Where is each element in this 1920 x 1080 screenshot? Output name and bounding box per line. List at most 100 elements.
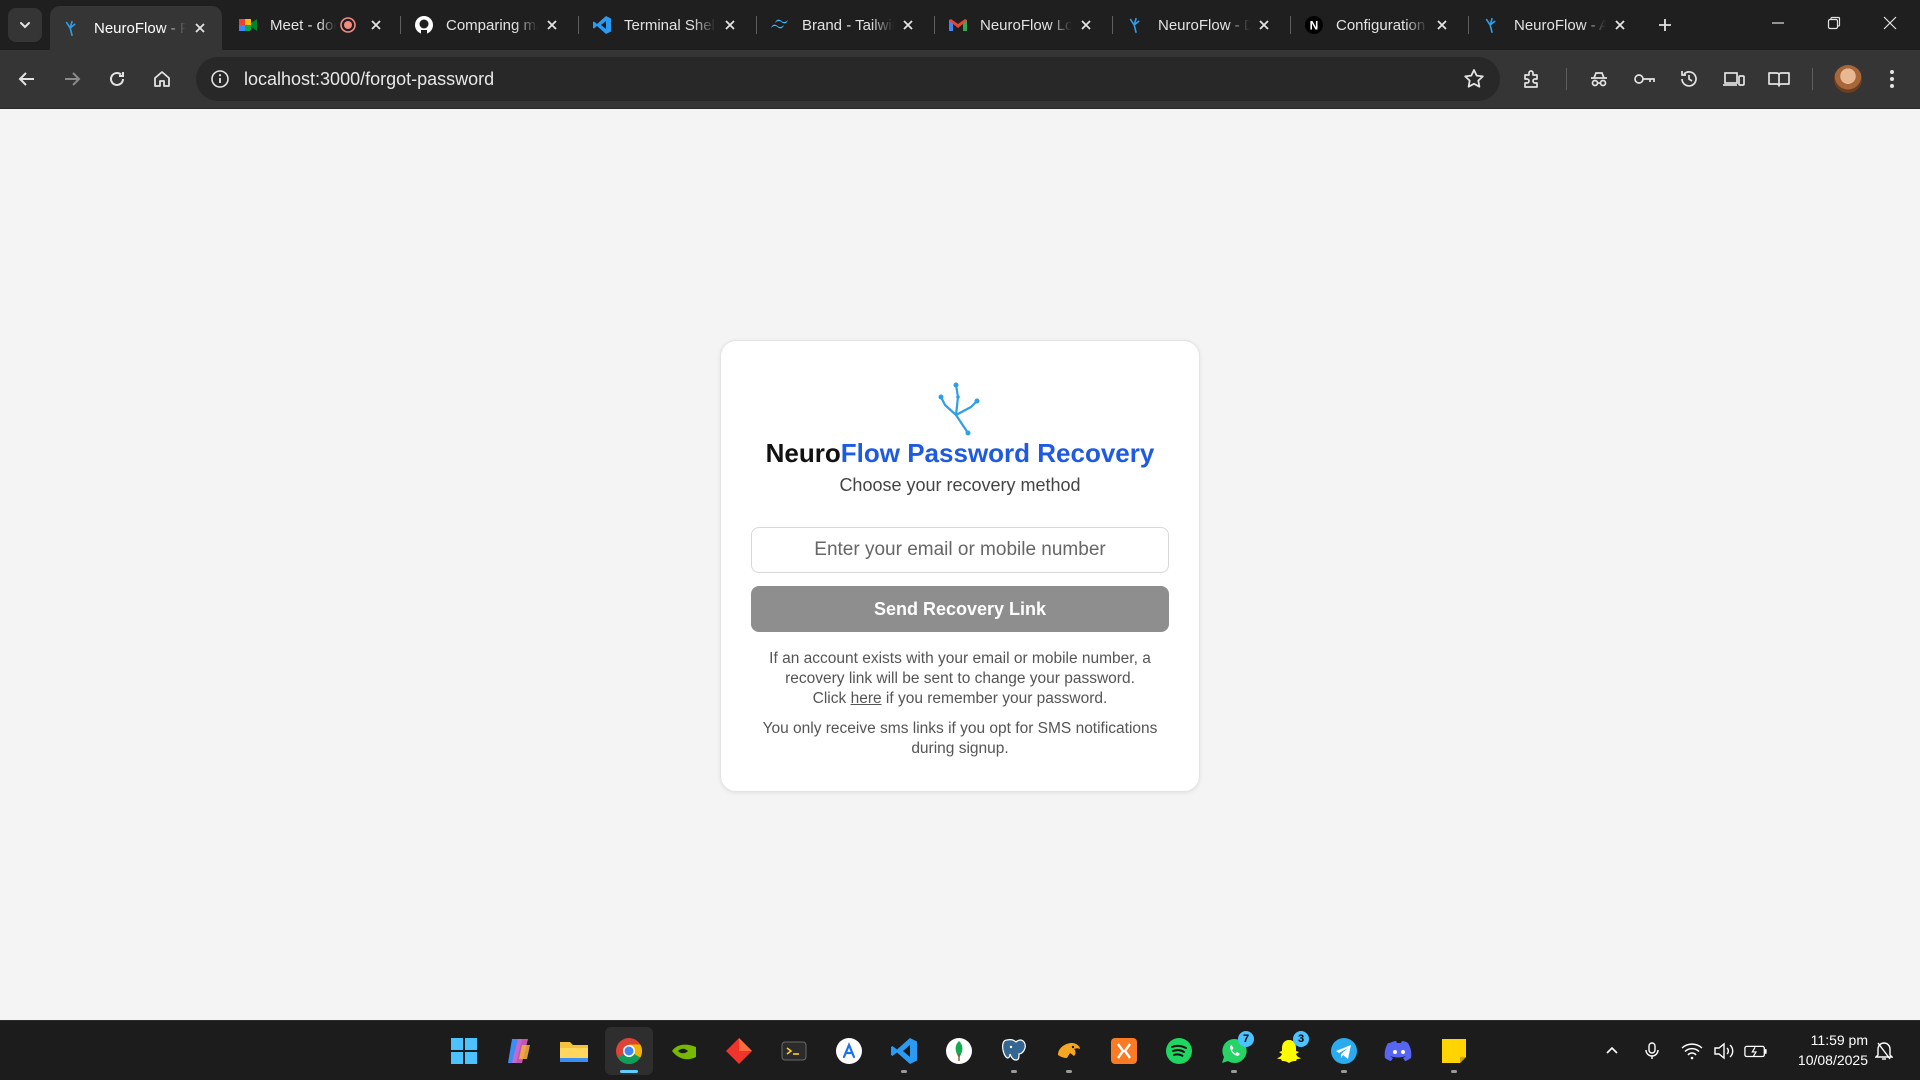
close-icon[interactable] xyxy=(1076,15,1096,35)
send-recovery-link-button[interactable]: Send Recovery Link xyxy=(751,586,1169,632)
info-text: If an account exists with your email or … xyxy=(769,650,1151,687)
recovery-info-text: If an account exists with your email or … xyxy=(751,649,1169,709)
telegram-icon[interactable] xyxy=(1320,1027,1368,1075)
tab-gmail[interactable]: NeuroFlow Login xyxy=(936,6,1108,44)
close-icon[interactable] xyxy=(1610,15,1630,35)
plus-icon xyxy=(1659,19,1671,31)
system-clock[interactable]: 11:59 pm 10/08/2025 xyxy=(1782,1030,1868,1070)
tab-separator xyxy=(578,16,579,34)
tab-title: NeuroFlow - Dashboard xyxy=(1158,16,1250,34)
restore-icon xyxy=(1827,16,1841,30)
clock-date: 10/08/2025 xyxy=(1797,1052,1868,1068)
star-icon[interactable] xyxy=(1462,67,1486,91)
tab-separator xyxy=(1112,16,1113,34)
volume-icon[interactable] xyxy=(1712,1039,1736,1063)
close-icon[interactable] xyxy=(1432,15,1452,35)
spotify-icon[interactable] xyxy=(1155,1027,1203,1075)
battery-icon[interactable] xyxy=(1744,1039,1768,1063)
github-icon xyxy=(414,15,434,35)
tab-separator xyxy=(1468,16,1469,34)
url-text: localhost:3000/forgot-password xyxy=(244,68,495,89)
discord-icon[interactable] xyxy=(1375,1027,1423,1075)
forward-button[interactable] xyxy=(55,62,89,96)
page-title: NeuroFlow Password Recovery xyxy=(721,438,1199,469)
password-key-icon[interactable] xyxy=(1630,65,1658,93)
close-icon xyxy=(1883,16,1897,30)
home-button[interactable] xyxy=(145,62,179,96)
close-icon[interactable] xyxy=(898,15,918,35)
devices-icon[interactable] xyxy=(1720,65,1748,93)
close-icon[interactable] xyxy=(190,18,210,38)
vscode-icon[interactable] xyxy=(880,1027,928,1075)
notion-icon: N xyxy=(1304,15,1324,35)
title-rest: Flow Password Recovery xyxy=(840,438,1155,468)
history-icon[interactable] xyxy=(1675,65,1703,93)
notifications-icon[interactable] xyxy=(1872,1039,1896,1063)
tab-neuroflow-3[interactable]: NeuroFlow - App xyxy=(1470,6,1642,44)
running-indicator xyxy=(1341,1070,1347,1073)
tab-meet[interactable]: Meet - doc xyxy=(226,6,398,44)
remember-suffix: if you remember your password. xyxy=(885,690,1108,707)
site-info-icon[interactable] xyxy=(206,65,234,93)
page-subtitle: Choose your recovery method xyxy=(839,475,1081,495)
reading-mode-icon[interactable] xyxy=(1765,65,1793,93)
minimize-button[interactable] xyxy=(1750,0,1806,46)
app-store-icon[interactable] xyxy=(825,1027,873,1075)
neuroflow-icon xyxy=(1126,15,1146,35)
sticky-notes-icon[interactable] xyxy=(1430,1027,1478,1075)
back-button[interactable] xyxy=(10,62,44,96)
close-icon[interactable] xyxy=(1254,15,1274,35)
tab-neuroflow-active[interactable]: NeuroFlow - Password Recovery xyxy=(50,6,222,50)
tab-title: Configuration xyxy=(1336,16,1426,34)
file-explorer-icon[interactable] xyxy=(550,1027,598,1075)
close-icon[interactable] xyxy=(366,15,386,35)
sms-note: You only receive sms links if you opt fo… xyxy=(762,720,1158,757)
microphone-icon[interactable] xyxy=(1640,1039,1664,1063)
wifi-icon[interactable] xyxy=(1680,1039,1704,1063)
incognito-icon[interactable] xyxy=(1585,65,1613,93)
mongodb-icon[interactable] xyxy=(935,1027,983,1075)
copilot-icon[interactable] xyxy=(495,1027,543,1075)
tab-terminal-shell[interactable]: Terminal Shell xyxy=(580,6,752,44)
chevron-up-icon[interactable] xyxy=(1600,1039,1624,1063)
extensions-icon[interactable] xyxy=(1518,65,1546,93)
whatsapp-icon[interactable]: 7 xyxy=(1210,1027,1258,1075)
tab-notion[interactable]: N Configuration xyxy=(1292,6,1464,44)
profile-avatar[interactable] xyxy=(1834,65,1862,93)
snapchat-icon[interactable]: 3 xyxy=(1265,1027,1313,1075)
reload-button[interactable] xyxy=(100,62,134,96)
chevron-down-icon xyxy=(20,22,30,29)
address-bar[interactable]: localhost:3000/forgot-password xyxy=(196,57,1500,101)
remember-password-link[interactable]: here xyxy=(851,690,882,707)
close-window-button[interactable] xyxy=(1862,0,1918,46)
postman-icon[interactable] xyxy=(1045,1027,1093,1075)
start-icon[interactable] xyxy=(440,1027,488,1075)
menu-kebab-icon[interactable] xyxy=(1878,65,1906,93)
xampp-icon[interactable] xyxy=(1100,1027,1148,1075)
tab-github[interactable]: Comparing main xyxy=(402,6,574,44)
terminal-icon[interactable] xyxy=(770,1027,818,1075)
tab-search-button[interactable] xyxy=(8,8,42,42)
tab-separator xyxy=(1290,16,1291,34)
arrow-right-icon xyxy=(65,72,81,86)
tab-tailwind[interactable]: Brand - Tailwind xyxy=(758,6,930,44)
new-tab-button[interactable] xyxy=(1650,10,1680,40)
running-indicator xyxy=(901,1070,907,1073)
nvidia-icon[interactable] xyxy=(660,1027,708,1075)
close-icon[interactable] xyxy=(720,15,740,35)
restore-button[interactable] xyxy=(1806,0,1862,46)
chrome-icon[interactable] xyxy=(605,1027,653,1075)
running-indicator xyxy=(1231,1070,1237,1073)
close-icon[interactable] xyxy=(542,15,562,35)
recovery-card: NeuroFlow Password Recovery Choose your … xyxy=(720,340,1200,792)
app-red-icon[interactable] xyxy=(715,1027,763,1075)
tailwind-icon xyxy=(770,15,790,35)
tab-neuroflow-2[interactable]: NeuroFlow - Dashboard xyxy=(1114,6,1286,44)
vscode-icon xyxy=(592,15,612,35)
postgresql-icon[interactable] xyxy=(990,1027,1038,1075)
home-icon xyxy=(154,71,170,87)
email-or-mobile-input[interactable] xyxy=(751,527,1169,573)
browser-toolbar: localhost:3000/forgot-password xyxy=(0,50,1920,109)
notification-badge: 3 xyxy=(1293,1031,1309,1047)
gmail-icon xyxy=(948,15,968,35)
